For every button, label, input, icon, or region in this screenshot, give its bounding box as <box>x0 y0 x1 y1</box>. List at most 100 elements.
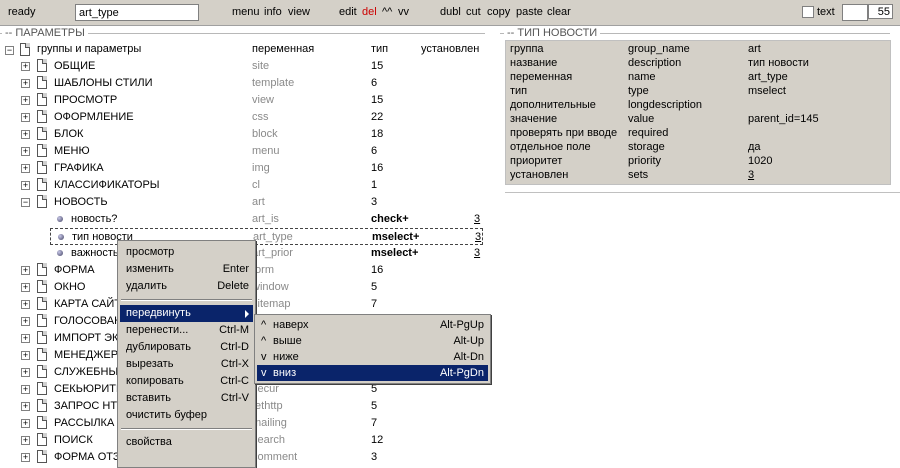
properties-panel: группа group_name art название description ти… <box>505 40 891 185</box>
submenu-arrow-icon <box>245 310 249 318</box>
menu-item[interactable]: перенести... Ctrl-M <box>120 322 253 339</box>
expand-icon[interactable]: + <box>21 385 30 394</box>
expand-icon[interactable]: + <box>21 147 30 156</box>
expand-icon[interactable]: + <box>21 181 30 190</box>
toolbar-link[interactable]: clear <box>547 6 571 18</box>
tree-group-row[interactable]: + ГРАФИКА img 16 <box>0 160 485 177</box>
menu-item[interactable]: просмотр <box>120 244 253 261</box>
expand-icon[interactable]: + <box>21 351 30 360</box>
row-set-link[interactable]: 3 <box>474 213 480 225</box>
row-name: СЕКЬЮРИТИ <box>54 383 124 395</box>
toolbar-link[interactable]: info <box>264 6 282 18</box>
menu-item[interactable]: вставить Ctrl-V <box>120 390 253 407</box>
search-input[interactable] <box>75 4 199 21</box>
expand-icon[interactable]: + <box>21 300 30 309</box>
menu-item[interactable]: копировать Ctrl-C <box>120 373 253 390</box>
expand-icon[interactable]: + <box>21 402 30 411</box>
toolbar-link[interactable]: ^^ <box>382 6 392 18</box>
property-row: группа group_name art <box>506 42 890 56</box>
tree-param-row[interactable]: тип новости art_type mselect+ 3 <box>50 228 483 245</box>
expand-icon[interactable]: + <box>21 334 30 343</box>
folder-doc-icon <box>37 195 47 208</box>
submenu-item[interactable]: v ниже Alt-Dn <box>257 349 488 365</box>
expand-icon[interactable]: + <box>21 368 30 377</box>
toolbar-link[interactable]: menu <box>232 6 260 18</box>
tree-group-row[interactable]: + КЛАССИФИКАТОРЫ cl 1 <box>0 177 485 194</box>
expand-icon[interactable]: + <box>21 283 30 292</box>
expand-icon[interactable]: + <box>21 317 30 326</box>
submenu-item[interactable]: ^ выше Alt-Up <box>257 333 488 349</box>
expand-icon[interactable]: + <box>21 113 30 122</box>
row-variable: secur <box>252 383 279 395</box>
submenu-item[interactable]: ^ наверх Alt-PgUp <box>257 317 488 333</box>
expand-icon[interactable]: + <box>21 453 30 462</box>
row-set-link[interactable]: 3 <box>474 247 480 259</box>
menu-item[interactable]: изменить Enter <box>120 261 253 278</box>
folder-doc-icon <box>37 297 47 310</box>
expand-icon[interactable]: + <box>21 436 30 445</box>
menu-item[interactable]: передвинуть <box>120 305 253 322</box>
toolbar-link[interactable]: del <box>362 6 377 18</box>
tree-param-row[interactable]: новость? art_is check+ 3 <box>0 211 485 228</box>
tree-group-row[interactable]: − НОВОСТЬ art 3 <box>0 194 485 211</box>
submenu-item[interactable]: v вниз Alt-PgDn <box>257 365 488 381</box>
toolbar-link[interactable]: view <box>288 6 310 18</box>
property-value[interactable]: 3 <box>748 169 754 181</box>
property-row: приоритет priority 1020 <box>506 154 890 168</box>
expand-icon[interactable]: + <box>21 266 30 275</box>
submenu-item-shortcut: Alt-PgUp <box>439 319 484 331</box>
row-set-link[interactable]: 3 <box>475 231 481 243</box>
expand-icon[interactable]: + <box>21 164 30 173</box>
toolbar-link[interactable]: edit <box>339 6 357 18</box>
row-name: БЛОК <box>54 128 84 140</box>
menu-item-shortcut: Ctrl-M <box>219 324 249 336</box>
menu-item[interactable]: очистить буфер <box>120 407 253 424</box>
tree-group-row[interactable]: + ШАБЛОНЫ СТИЛИ template 6 <box>0 75 485 92</box>
folder-doc-icon <box>37 450 47 463</box>
text-checkbox[interactable] <box>802 6 814 18</box>
expand-icon[interactable]: + <box>21 130 30 139</box>
submenu-item-shortcut: Alt-Dn <box>453 351 484 363</box>
menu-item[interactable]: удалить Delete <box>120 278 253 295</box>
tree-group-row[interactable]: + БЛОК block 18 <box>0 126 485 143</box>
collapse-icon[interactable]: − <box>21 198 30 207</box>
row-type: 1 <box>371 179 378 191</box>
property-key: description <box>628 57 682 69</box>
arrow-glyph: ^ <box>261 319 267 331</box>
property-key: group_name <box>628 43 690 55</box>
arrow-glyph: ^ <box>261 335 267 347</box>
menu-item[interactable]: свойства <box>120 434 253 451</box>
toolbar-link[interactable]: cut <box>466 6 481 18</box>
number-field[interactable]: 55 <box>868 4 893 19</box>
property-label: приоритет <box>510 155 563 167</box>
type-legend: -- ТИП НОВОСТИ <box>504 27 601 39</box>
property-row: дополнительные longdescription <box>506 98 890 112</box>
toolbar-link[interactable]: vv <box>398 6 409 18</box>
tree-group-row[interactable]: + ОФОРМЛЕНИЕ css 22 <box>0 109 485 126</box>
property-label: проверять при вводе <box>510 127 618 139</box>
row-variable: cl <box>252 179 260 191</box>
toolbar-link[interactable]: copy <box>487 6 510 18</box>
row-type: 22 <box>371 111 384 123</box>
folder-doc-icon <box>37 93 47 106</box>
expand-icon[interactable]: + <box>21 79 30 88</box>
expand-icon[interactable]: + <box>21 419 30 428</box>
expand-icon[interactable]: + <box>21 62 30 71</box>
tree-group-row[interactable]: + ОБЩИЕ site 15 <box>0 58 485 75</box>
toolbar-link[interactable]: dubl <box>440 6 461 18</box>
toolbar: ready menu info view editdel ^^ vv dublcutcopy… <box>0 0 900 26</box>
menu-item[interactable]: вырезать Ctrl-X <box>120 356 253 373</box>
toolbar-link[interactable]: paste <box>516 6 543 18</box>
row-type: 5 <box>371 383 378 395</box>
expand-icon[interactable]: + <box>21 96 30 105</box>
arrow-glyph: v <box>261 351 267 363</box>
row-name: важность <box>71 247 119 259</box>
small-field[interactable] <box>842 4 868 21</box>
collapse-icon[interactable]: − <box>5 46 14 55</box>
property-label: переменная <box>510 71 573 83</box>
row-variable: css <box>252 111 269 123</box>
tree-group-row[interactable]: + МЕНЮ menu 6 <box>0 143 485 160</box>
status-text: ready <box>8 6 36 18</box>
menu-item[interactable]: дублировать Ctrl-D <box>120 339 253 356</box>
tree-group-row[interactable]: + ПРОСМОТР view 15 <box>0 92 485 109</box>
